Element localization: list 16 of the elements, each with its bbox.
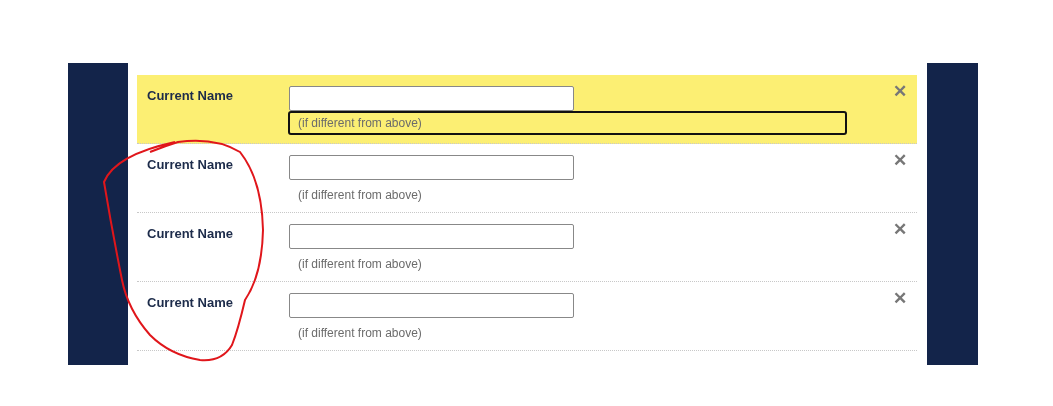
field-label: Current Name	[146, 294, 234, 312]
field-hint: (if different from above)	[288, 111, 847, 135]
name-input-field[interactable]	[289, 293, 574, 318]
field-hint: (if different from above)	[297, 325, 423, 342]
remove-button[interactable]: ✕	[893, 83, 907, 100]
name-input-field[interactable]	[289, 224, 574, 249]
field-label: Current Name	[146, 87, 234, 105]
remove-button[interactable]: ✕	[893, 152, 907, 169]
remove-button[interactable]: ✕	[893, 290, 907, 307]
field-hint: (if different from above)	[297, 187, 423, 204]
field-label: Current Name	[146, 156, 234, 174]
name-input-field[interactable]	[289, 155, 574, 180]
remove-button[interactable]: ✕	[893, 221, 907, 238]
field-label: Current Name	[146, 225, 234, 243]
field-hint: (if different from above)	[297, 256, 423, 273]
name-input-field[interactable]	[289, 86, 574, 111]
